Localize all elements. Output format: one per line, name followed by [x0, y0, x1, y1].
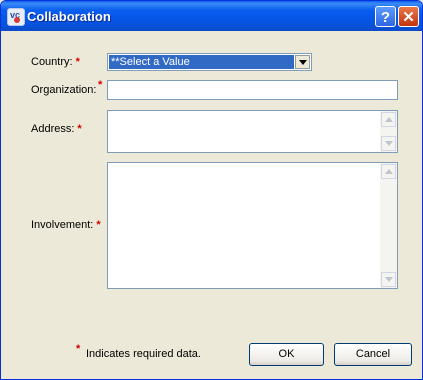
scroll-up-icon[interactable] [381, 112, 396, 127]
required-marker: * [96, 219, 101, 231]
scroll-down-icon[interactable] [381, 136, 396, 151]
involvement-textarea[interactable] [107, 162, 398, 289]
address-scrollbar[interactable] [380, 111, 397, 152]
country-select[interactable]: **Select a Value [107, 53, 312, 71]
required-marker: * [76, 343, 81, 355]
help-button[interactable]: ? [375, 6, 396, 27]
dropdown-arrow-icon[interactable] [295, 55, 310, 69]
involvement-scrollbar[interactable] [380, 163, 397, 288]
required-marker: * [77, 123, 82, 135]
organization-input[interactable] [107, 80, 398, 100]
required-marker: * [98, 79, 103, 91]
involvement-label: Involvement: * [31, 219, 101, 231]
ok-button[interactable]: OK [249, 343, 324, 366]
country-label: Country: * [31, 56, 80, 68]
title-bar[interactable]: vc Collaboration ? ✕ [1, 1, 422, 31]
scroll-up-icon[interactable] [381, 164, 396, 179]
address-textarea[interactable] [107, 110, 398, 153]
organization-label: Organization: [31, 84, 97, 96]
cancel-button[interactable]: Cancel [334, 343, 412, 366]
app-icon: vc [7, 8, 25, 26]
window-title: Collaboration [27, 9, 111, 24]
close-button[interactable]: ✕ [398, 6, 419, 27]
dialog-window: vc Collaboration ? ✕ Country: * **Select … [0, 0, 423, 380]
country-select-value: **Select a Value [109, 55, 294, 69]
required-note: Indicates required data. [86, 348, 201, 360]
address-label: Address: * [31, 123, 82, 135]
required-marker: * [75, 56, 80, 68]
scroll-down-icon[interactable] [381, 272, 396, 287]
